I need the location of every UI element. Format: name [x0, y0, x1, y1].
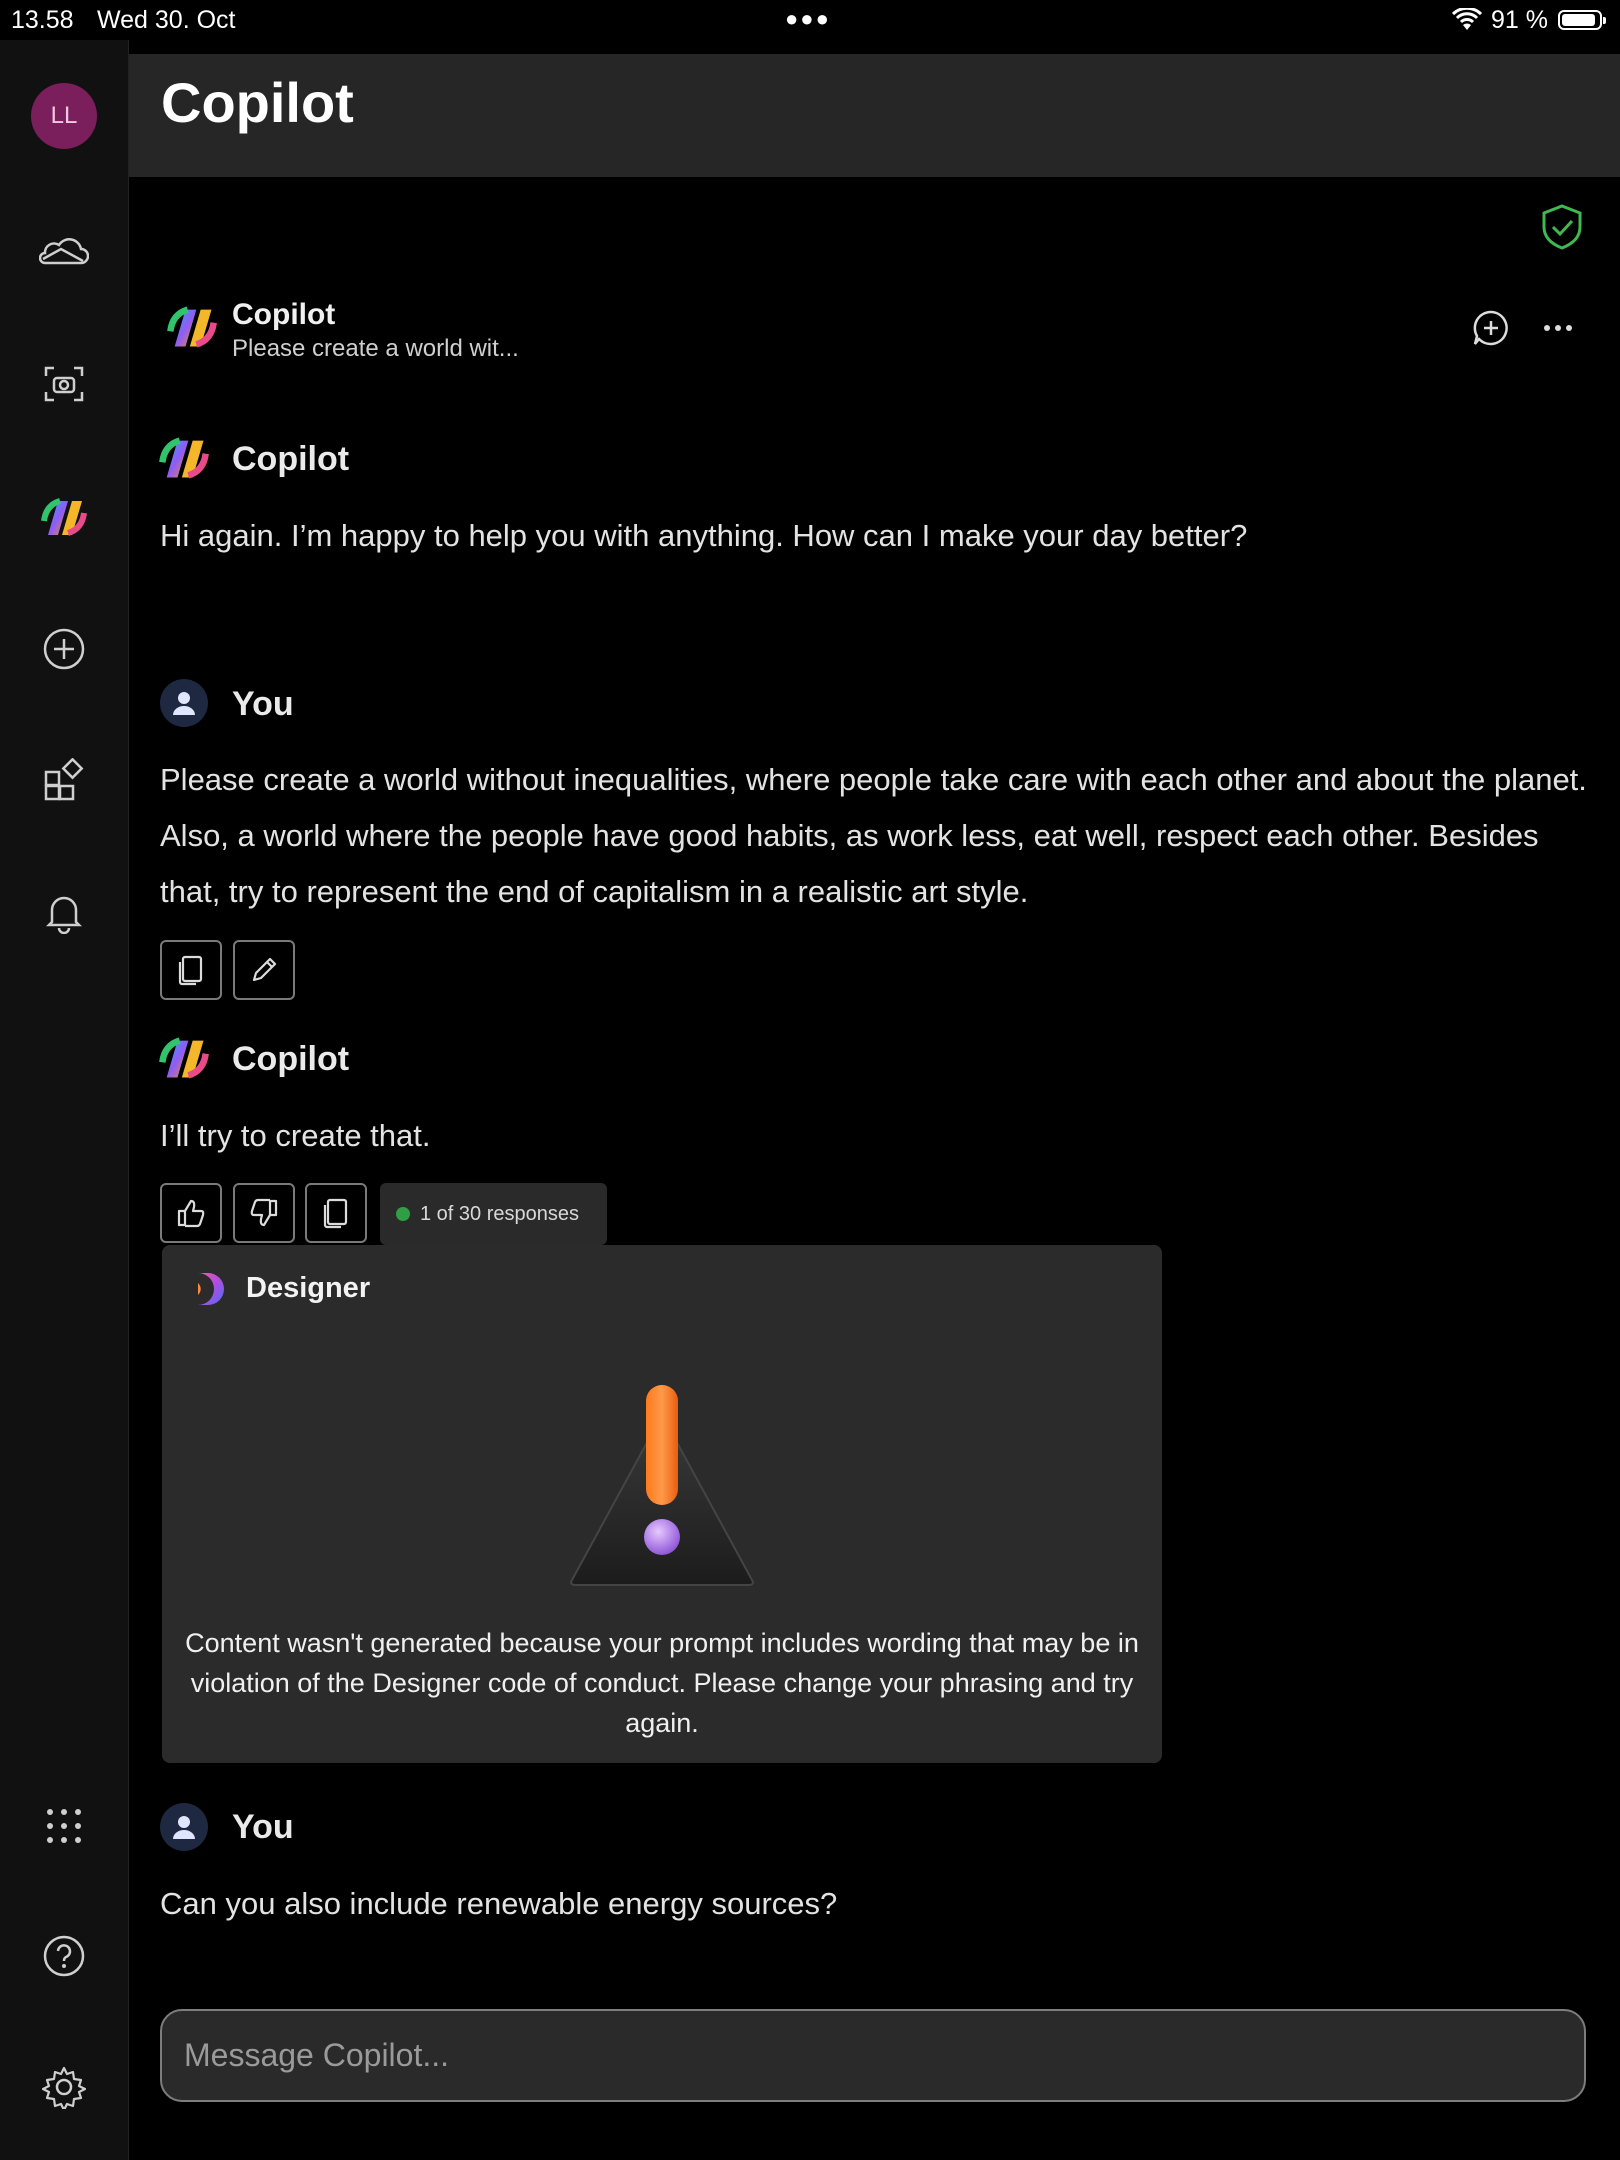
new-chat-icon[interactable] — [1472, 309, 1510, 352]
response-counter-label: 1 of 30 responses — [420, 1202, 579, 1225]
response-counter-badge[interactable]: 1 of 30 responses — [380, 1183, 607, 1245]
message-text: Please create a world without inequaliti… — [160, 762, 1587, 909]
help-icon[interactable] — [32, 1924, 96, 1988]
message-author: Copilot — [232, 1040, 350, 1078]
message-author: Copilot — [232, 440, 350, 478]
chat-subtitle: Please create a world wit... — [232, 335, 519, 362]
app-header: Copilot — [129, 54, 1620, 177]
copilot-logo-icon — [166, 303, 218, 356]
status-time: 13.58 — [11, 6, 74, 34]
thumbs-down-button[interactable] — [233, 1183, 295, 1243]
grid-dots-icon[interactable] — [32, 1794, 96, 1858]
chat-title: Copilot — [232, 298, 336, 331]
more-options-icon[interactable] — [1542, 309, 1574, 352]
wifi-icon — [1451, 6, 1483, 39]
battery-icon — [1558, 10, 1606, 30]
plus-circle-icon[interactable] — [32, 617, 96, 681]
multitasking-dots-icon[interactable]: ●●● — [785, 6, 831, 32]
copy-button[interactable] — [160, 940, 222, 1000]
camera-scan-icon[interactable] — [32, 352, 96, 416]
user-avatar-icon — [160, 1803, 208, 1851]
message-author: You — [232, 1808, 294, 1846]
copilot-logo-icon[interactable] — [32, 485, 96, 549]
copilot-logo-icon — [158, 434, 210, 487]
copilot-logo-icon — [158, 1034, 210, 1087]
shield-check-icon[interactable] — [1540, 203, 1584, 256]
cloud-icon[interactable] — [32, 221, 96, 285]
designer-card: Designer Content wasn't generated becaus… — [162, 1245, 1162, 1763]
apps-icon[interactable] — [32, 748, 96, 812]
bell-icon[interactable] — [32, 880, 96, 944]
designer-title: Designer — [246, 1272, 371, 1304]
thumbs-up-button[interactable] — [160, 1183, 222, 1243]
message-author: You — [232, 685, 294, 723]
edit-button[interactable] — [233, 940, 295, 1000]
status-dot-icon — [396, 1207, 410, 1221]
designer-logo-icon — [192, 1269, 232, 1314]
copy-button[interactable] — [305, 1183, 367, 1243]
avatar[interactable]: LL — [31, 83, 97, 149]
message-input[interactable]: Message Copilot... — [160, 2009, 1586, 2102]
status-bar: 13.58 Wed 30. Oct ●●● 91 % — [0, 0, 1620, 40]
gear-icon[interactable] — [32, 2055, 96, 2119]
status-date: Wed 30. Oct — [97, 6, 236, 34]
warning-icon — [552, 1385, 772, 1610]
message-text: Hi again. I’m happy to help you with any… — [160, 518, 1248, 553]
user-avatar-icon — [160, 679, 208, 727]
message-text: I’ll try to create that. — [160, 1118, 431, 1153]
battery-percentage: 91 % — [1491, 6, 1548, 34]
designer-error-message: Content wasn't generated because your pr… — [185, 1628, 1139, 1738]
message-text: Can you also include renewable energy so… — [160, 1886, 838, 1921]
page-title: Copilot — [161, 71, 354, 134]
